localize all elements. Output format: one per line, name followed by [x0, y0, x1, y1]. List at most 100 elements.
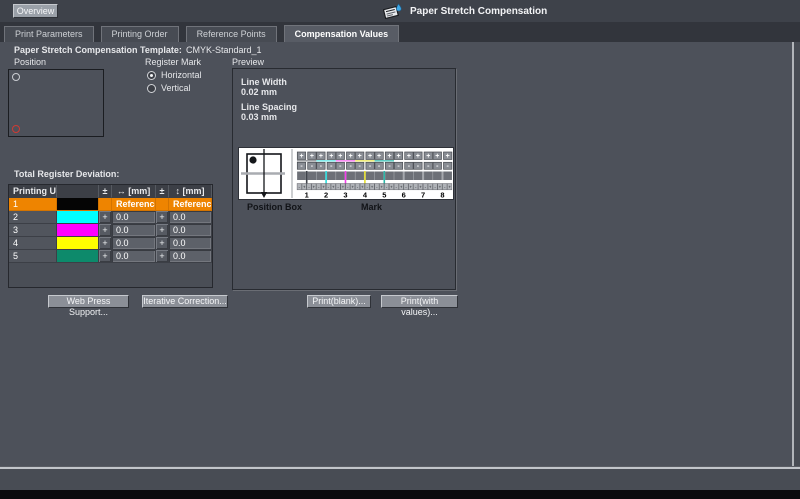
deviation-row-unit-3[interactable]: 3+0.0+0.0 — [9, 224, 212, 237]
v-sign-cell[interactable] — [156, 198, 169, 211]
deviation-row-unit-5[interactable]: 5+0.0+0.0 — [9, 250, 212, 263]
svg-text:+: + — [400, 184, 403, 189]
svg-text:+: + — [322, 184, 325, 189]
h-deviation-field[interactable]: 0.0 — [112, 211, 156, 224]
template-label: Paper Stretch Compensation Template: — [14, 45, 182, 55]
h-sign-cell[interactable]: + — [99, 250, 112, 263]
h-sign-cell[interactable]: + — [99, 211, 112, 224]
svg-text:+: + — [310, 153, 314, 160]
compensation-values-panel: Paper Stretch Compensation Template: CMY… — [0, 42, 794, 466]
tab-bar: Print Parameters Printing Order Reference … — [0, 22, 800, 42]
svg-text:+: + — [407, 153, 411, 160]
radio-label: Vertical — [161, 83, 191, 93]
svg-text:+: + — [299, 153, 303, 160]
h-deviation-field[interactable]: 0.0 — [112, 250, 156, 263]
line-spacing-label: Line Spacing — [241, 102, 297, 112]
v-deviation-field[interactable]: 0.0 — [169, 211, 212, 224]
tab-printing-order[interactable]: Printing Order — [101, 26, 179, 42]
register-mark-options: Horizontal Vertical — [147, 70, 202, 93]
ink-color-swatch — [57, 198, 99, 211]
position-bottom-left-marker-selected[interactable] — [12, 125, 20, 133]
v-sign-cell[interactable]: + — [156, 224, 169, 237]
svg-text:+: + — [429, 184, 432, 189]
position-box-caption: Position Box — [247, 202, 302, 212]
svg-text:3: 3 — [343, 191, 347, 200]
paper-stretch-compensation-window: Overview Paper Stretch Compensation Prin… — [0, 0, 800, 499]
svg-text:+: + — [368, 153, 372, 160]
svg-text:6: 6 — [402, 191, 406, 200]
bottom-strip — [0, 490, 800, 499]
svg-text:+: + — [390, 184, 393, 189]
template-value: CMYK-Standard_1 — [186, 45, 262, 55]
print-with-values-button[interactable]: Print(with values)... — [381, 295, 458, 308]
position-top-left-marker[interactable] — [12, 73, 20, 81]
h-sign-cell[interactable]: + — [99, 237, 112, 250]
svg-text:5: 5 — [382, 191, 386, 200]
deviation-row-unit-4[interactable]: 4+0.0+0.0 — [9, 237, 212, 250]
column-header: ± — [99, 185, 112, 198]
svg-text:+: + — [338, 153, 342, 160]
svg-text:+: + — [435, 153, 439, 160]
radio-horizontal[interactable]: Horizontal — [147, 70, 202, 80]
ink-color-swatch — [57, 224, 99, 237]
tab-print-parameters[interactable]: Print Parameters — [4, 26, 94, 42]
v-deviation-field[interactable]: 0.0 — [169, 224, 212, 237]
svg-text:+: + — [361, 184, 364, 189]
printing-unit-cell: 3 — [9, 224, 57, 237]
print-blank-button[interactable]: Print(blank)... — [307, 295, 371, 308]
ink-color-swatch — [57, 211, 99, 224]
radio-icon[interactable] — [147, 84, 156, 93]
svg-text:+: + — [426, 153, 430, 160]
position-label: Position — [14, 57, 46, 67]
deviation-row-unit-2[interactable]: 2+0.0+0.0 — [9, 211, 212, 224]
line-spacing-value: 0.03 mm — [241, 112, 277, 122]
v-deviation-field[interactable]: 0.0 — [169, 250, 212, 263]
svg-text:+: + — [410, 184, 413, 189]
svg-text:+: + — [351, 184, 354, 189]
h-sign-cell[interactable]: + — [99, 224, 112, 237]
iterative-correction-button[interactable]: Iterative Correction... — [142, 295, 228, 308]
printing-unit-cell: 5 — [9, 250, 57, 263]
tab-compensation-values[interactable]: Compensation Values — [284, 25, 400, 42]
overview-button[interactable]: Overview — [13, 4, 58, 18]
h-deviation-field[interactable]: 0.0 — [112, 237, 156, 250]
web-press-support-button[interactable]: Web Press Support... — [48, 295, 129, 308]
svg-text:7: 7 — [421, 191, 425, 200]
svg-text:+: + — [371, 184, 374, 189]
svg-text:+: + — [377, 153, 381, 160]
h-deviation-field[interactable]: Reference — [112, 198, 156, 211]
radio-vertical[interactable]: Vertical — [147, 83, 202, 93]
printing-unit-cell: 1 — [9, 198, 57, 211]
v-sign-cell[interactable]: + — [156, 211, 169, 224]
column-header: ↔ [mm] — [112, 185, 156, 198]
printing-unit-cell: 4 — [9, 237, 57, 250]
svg-text:+: + — [303, 184, 306, 189]
column-header: ↕ [mm] — [169, 185, 212, 198]
v-deviation-field[interactable]: Reference — [169, 198, 212, 211]
h-deviation-field[interactable]: 0.0 — [112, 224, 156, 237]
h-sign-cell[interactable] — [99, 198, 112, 211]
svg-text:+: + — [387, 153, 391, 160]
svg-text:+: + — [439, 184, 442, 189]
top-bar: Overview Paper Stretch Compensation — [0, 0, 800, 22]
register-mark-preview: ++---+-+1++---+-+2++---+-+3++---+-+4++--… — [238, 147, 454, 200]
line-width-label: Line Width — [241, 77, 287, 87]
paper-stretch-icon — [383, 3, 402, 20]
svg-text:+: + — [358, 153, 362, 160]
ink-color-swatch — [57, 250, 99, 263]
v-sign-cell[interactable]: + — [156, 250, 169, 263]
v-sign-cell[interactable]: + — [156, 237, 169, 250]
radio-icon[interactable] — [147, 71, 156, 80]
svg-text:+: + — [332, 184, 335, 189]
footer-bar: Save as... Save Close — [0, 469, 800, 490]
tab-reference-points[interactable]: Reference Points — [186, 26, 277, 42]
svg-text:2: 2 — [324, 191, 328, 200]
column-header: ± — [156, 185, 169, 198]
deviation-row-unit-1[interactable]: 1 Reference Reference — [9, 198, 212, 211]
svg-text:4: 4 — [363, 191, 368, 200]
v-deviation-field[interactable]: 0.0 — [169, 237, 212, 250]
position-selector[interactable] — [8, 69, 104, 137]
line-width-value: 0.02 mm — [241, 87, 277, 97]
svg-text:+: + — [349, 153, 353, 160]
preview-panel: Line Width 0.02 mm Line Spacing 0.03 mm … — [232, 68, 456, 290]
